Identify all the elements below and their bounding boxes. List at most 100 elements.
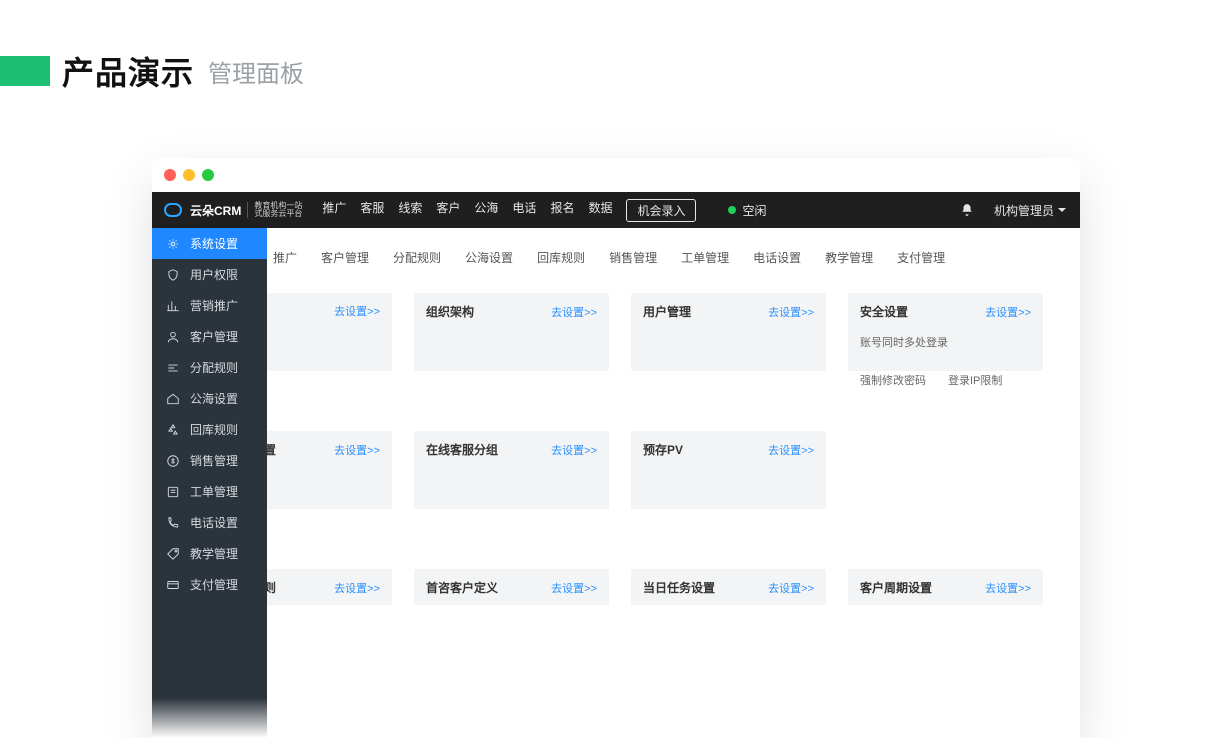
sidebar-item-label: 用户权限 bbox=[190, 266, 238, 283]
sidebar-item-tickets[interactable]: 工单管理 bbox=[152, 476, 267, 507]
sidebar-item-public-pool[interactable]: 公海设置 bbox=[152, 383, 267, 414]
card-sub-item[interactable]: 账号同时多处登录 bbox=[860, 334, 948, 350]
admin-label: 机构管理员 bbox=[994, 202, 1054, 219]
card-settings-link[interactable]: 去设置>> bbox=[551, 580, 597, 596]
accent-bar bbox=[0, 56, 50, 86]
admin-menu[interactable]: 机构管理员 bbox=[994, 202, 1066, 219]
card-title: 预存PV bbox=[643, 441, 683, 458]
brand-name: 云朵CRM bbox=[190, 202, 241, 219]
sidebar-item-label: 客户管理 bbox=[190, 328, 238, 345]
tab-item[interactable]: 支付管理 bbox=[885, 242, 957, 273]
tab-item[interactable]: 电话设置 bbox=[741, 242, 813, 273]
sidebar-item-label: 支付管理 bbox=[190, 576, 238, 593]
nav-item[interactable]: 数据 bbox=[588, 199, 612, 222]
settings-tabs: 推广 客户管理 分配规则 公海设置 回库规则 销售管理 工单管理 电话设置 教学… bbox=[267, 242, 1080, 283]
nav-item[interactable]: 报名 bbox=[550, 199, 574, 222]
page-header: 产品演示 管理面板 bbox=[0, 0, 1210, 124]
nav-item[interactable]: 客户 bbox=[436, 199, 460, 222]
card-title: 安全设置 bbox=[860, 303, 908, 320]
status-label: 空闲 bbox=[742, 202, 766, 219]
sidebar-item-label: 公海设置 bbox=[190, 390, 238, 407]
sidebar-item-return-rules[interactable]: 回库规则 bbox=[152, 414, 267, 445]
page-subtitle: 管理面板 bbox=[208, 54, 304, 89]
sidebar-item-customer[interactable]: 客户管理 bbox=[152, 321, 267, 352]
card-settings-link[interactable]: 去设置>> bbox=[985, 580, 1031, 596]
tab-item[interactable]: 工单管理 bbox=[669, 242, 741, 273]
tag-icon bbox=[166, 547, 180, 561]
top-nav: 推广 客服 线索 客户 公海 电话 报名 数据 机会录入 bbox=[322, 199, 696, 222]
sidebar-item-teaching[interactable]: 教学管理 bbox=[152, 538, 267, 569]
window-zoom-dot[interactable] bbox=[202, 169, 214, 181]
settings-card-online-groups: 在线客服分组 去设置>> bbox=[414, 431, 609, 509]
settings-card: 置 去设置>> bbox=[267, 431, 392, 509]
window-minimize-dot[interactable] bbox=[183, 169, 195, 181]
sidebar-item-label: 电话设置 bbox=[190, 514, 238, 531]
card-row: 则 去设置>> 首咨客户定义 去设置>> 当日任务设置 去设置>> bbox=[267, 569, 1068, 605]
sidebar-item-telephony[interactable]: 电话设置 bbox=[152, 507, 267, 538]
sidebar-item-label: 销售管理 bbox=[190, 452, 238, 469]
nav-item[interactable]: 线索 bbox=[398, 199, 422, 222]
tab-item[interactable]: 推广 bbox=[272, 242, 309, 273]
house-icon bbox=[166, 392, 180, 406]
recycle-icon bbox=[166, 423, 180, 437]
card-settings-link[interactable]: 去设置>> bbox=[985, 304, 1031, 320]
brand-logo[interactable]: 云朵CRM 教育机构一站 式服务云平台 bbox=[158, 202, 308, 219]
card-row: 去设置>> 组织架构 去设置>> 用户管理 去设置>> bbox=[267, 293, 1068, 371]
settings-card bbox=[848, 431, 1043, 509]
tab-item[interactable]: 教学管理 bbox=[813, 242, 885, 273]
card-sub-item[interactable]: 强制修改密码 bbox=[860, 372, 926, 388]
card-title: 组织架构 bbox=[426, 303, 474, 320]
nav-item[interactable]: 推广 bbox=[322, 199, 346, 222]
sidebar-item-sales[interactable]: 销售管理 bbox=[152, 445, 267, 476]
nav-item[interactable]: 公海 bbox=[474, 199, 498, 222]
card-settings-link[interactable]: 去设置>> bbox=[334, 580, 380, 596]
card-row: 置 去设置>> 在线客服分组 去设置>> 预存PV 去设置>> bbox=[267, 431, 1068, 509]
settings-card-org: 组织架构 去设置>> bbox=[414, 293, 609, 371]
sidebar-item-label: 回库规则 bbox=[190, 421, 238, 438]
card-settings-link[interactable]: 去设置>> bbox=[551, 442, 597, 458]
card-settings-link[interactable]: 去设置>> bbox=[768, 580, 814, 596]
card-title: 则 bbox=[267, 579, 276, 596]
settings-card-pv: 预存PV 去设置>> bbox=[631, 431, 826, 509]
card-title: 在线客服分组 bbox=[426, 441, 498, 458]
sidebar-item-payments[interactable]: 支付管理 bbox=[152, 569, 267, 600]
sidebar-item-label: 系统设置 bbox=[190, 235, 238, 252]
sidebar-item-marketing[interactable]: 营销推广 bbox=[152, 290, 267, 321]
status-dot-icon bbox=[728, 206, 736, 214]
card-settings-link[interactable]: 去设置>> bbox=[768, 304, 814, 320]
tab-item[interactable]: 客户管理 bbox=[309, 242, 381, 273]
card-settings-link[interactable]: 去设置>> bbox=[334, 303, 380, 319]
window-close-dot[interactable] bbox=[164, 169, 176, 181]
tab-item[interactable]: 回库规则 bbox=[525, 242, 597, 273]
phone-icon bbox=[166, 516, 180, 530]
settings-card-security: 安全设置 去设置>> 账号同时多处登录 强制修改密码 登录IP限制 bbox=[848, 293, 1043, 371]
nav-item[interactable]: 客服 bbox=[360, 199, 384, 222]
sidebar-item-assign-rules[interactable]: 分配规则 bbox=[152, 352, 267, 383]
content: 推广 客户管理 分配规则 公海设置 回库规则 销售管理 工单管理 电话设置 教学… bbox=[267, 228, 1080, 738]
card-settings-link[interactable]: 去设置>> bbox=[768, 442, 814, 458]
settings-card-customer-cycle: 客户周期设置 去设置>> bbox=[848, 569, 1043, 605]
card-title: 首咨客户定义 bbox=[426, 579, 498, 596]
notifications-bell-icon[interactable] bbox=[960, 203, 974, 217]
record-button[interactable]: 机会录入 bbox=[626, 199, 696, 222]
sidebar-item-label: 工单管理 bbox=[190, 483, 238, 500]
settings-cards: 去设置>> 组织架构 去设置>> 用户管理 去设置>> bbox=[267, 283, 1080, 605]
tab-item[interactable]: 销售管理 bbox=[597, 242, 669, 273]
sidebar-item-label: 教学管理 bbox=[190, 545, 238, 562]
sidebar-item-system-settings[interactable]: 系统设置 bbox=[152, 228, 267, 259]
card-title: 客户周期设置 bbox=[860, 579, 932, 596]
card-settings-link[interactable]: 去设置>> bbox=[334, 442, 380, 458]
card-title: 置 bbox=[267, 441, 276, 458]
card-sub-item[interactable]: 登录IP限制 bbox=[948, 372, 1002, 388]
card-settings-link[interactable]: 去设置>> bbox=[551, 304, 597, 320]
chart-icon bbox=[166, 299, 180, 313]
tab-item[interactable]: 公海设置 bbox=[453, 242, 525, 273]
settings-card: 去设置>> bbox=[267, 293, 392, 371]
app-body: 系统设置 用户权限 营销推广 客户管理 bbox=[152, 228, 1080, 738]
sidebar-item-user-permissions[interactable]: 用户权限 bbox=[152, 259, 267, 290]
presence-status[interactable]: 空闲 bbox=[728, 202, 766, 219]
sales-icon bbox=[166, 454, 180, 468]
nav-item[interactable]: 电话 bbox=[512, 199, 536, 222]
window-titlebar bbox=[152, 158, 1080, 192]
tab-item[interactable]: 分配规则 bbox=[381, 242, 453, 273]
